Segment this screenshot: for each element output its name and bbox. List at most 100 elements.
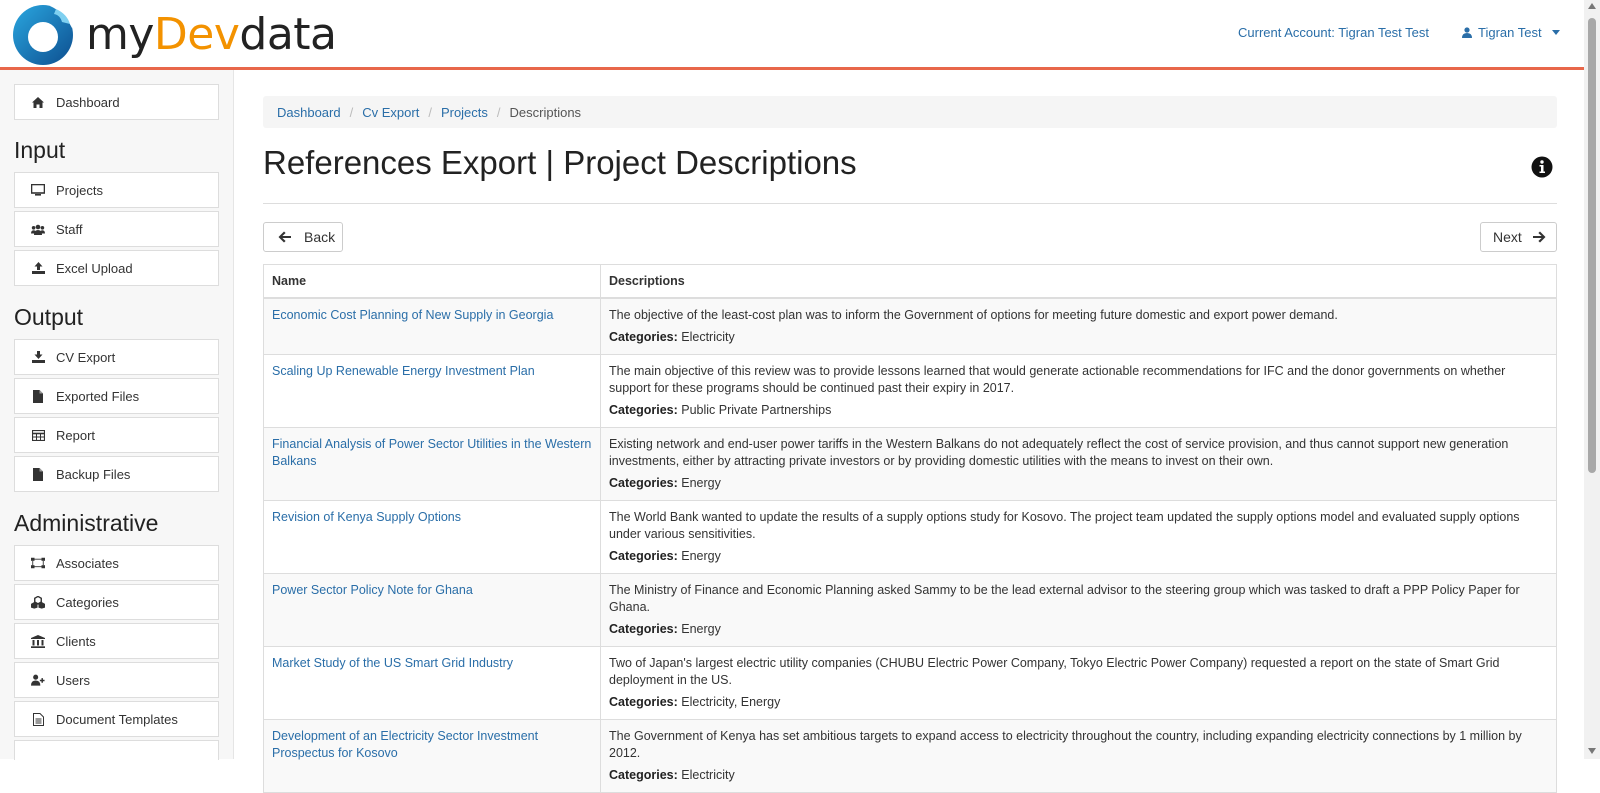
project-name-cell: Financial Analysis of Power Sector Utili… [263,427,601,501]
project-name-cell: Revision of Kenya Supply Options [263,500,601,574]
user-plus-icon [31,673,45,687]
description-cell: Two of Japan's largest electric utility … [600,646,1557,720]
description-cell: The objective of the least-cost plan was… [600,297,1557,355]
user-icon [1462,27,1472,38]
project-link[interactable]: Development of an Electricity Sector Inv… [272,729,538,760]
sidebar-item-partial[interactable] [14,740,219,760]
brand-logo[interactable]: myDevdata [12,4,337,66]
categories-line: Categories: Electricity, Energy [609,694,1548,711]
breadcrumb-link-cv-export[interactable]: Cv Export [362,105,419,120]
top-header: myDevdata Current Account: Tigran Test T… [0,0,1584,70]
column-header-name: Name [263,264,601,299]
sidebar-item-cv-export[interactable]: CV Export [14,339,219,375]
description-text: The objective of the least-cost plan was… [609,308,1338,322]
sidebar-item-label: Staff [56,221,83,237]
project-link[interactable]: Financial Analysis of Power Sector Utili… [272,437,591,468]
sidebar-item-report[interactable]: Report [14,417,219,453]
file-icon [31,467,45,481]
sidebar-item-label: Clients [56,633,96,649]
sidebar-item-label: Backup Files [56,466,131,482]
project-name-cell: Economic Cost Planning of New Supply in … [263,297,601,355]
sidebar-item-clients[interactable]: Clients [14,623,219,659]
upload-icon [31,261,45,275]
user-menu-dropdown[interactable]: Tigran Test [1462,25,1560,40]
sidebar-item-dashboard[interactable]: Dashboard [14,84,219,120]
sidebar-item-backup-files[interactable]: Backup Files [14,456,219,492]
categories-line: Categories: Electricity [609,767,1548,784]
users-icon [31,222,45,236]
title-divider [263,203,1557,204]
categories-line: Categories: Energy [609,548,1548,565]
sidebar-item-label: Excel Upload [56,260,133,276]
categories-line: Categories: Energy [609,621,1548,638]
breadcrumb-current: Descriptions [509,104,582,120]
categories-label: Categories: [609,476,678,490]
categories-label: Categories: [609,549,678,563]
sidebar-item-excel-upload[interactable]: Excel Upload [14,250,219,286]
sidebar-item-label: Categories [56,594,119,610]
table-row: Market Study of the US Smart Grid Indust… [263,646,1557,720]
current-account-label: Current Account: Tigran Test Test [1238,25,1430,40]
table-row: Power Sector Policy Note for Ghana The M… [263,573,1557,647]
sidebar-heading-output: Output [14,304,84,330]
scrollbar-thumb[interactable] [1588,18,1596,473]
chevron-down-icon [1551,30,1560,35]
sidebar-item-staff[interactable]: Staff [14,211,219,247]
description-text: The Government of Kenya has set ambitiou… [609,729,1522,760]
project-name-cell: Scaling Up Renewable Energy Investment P… [263,354,601,428]
sidebar-item-label: Dashboard [56,94,120,110]
description-cell: The Government of Kenya has set ambitiou… [600,719,1557,793]
table-header-row: Name Descriptions [263,264,1557,299]
categories-label: Categories: [609,768,678,782]
sidebar-item-document-templates[interactable]: Document Templates [14,701,219,737]
info-icon[interactable] [1531,156,1553,178]
sidebar-item-categories[interactable]: Categories [14,584,219,620]
scroll-up-arrow-icon[interactable] [1588,3,1596,9]
breadcrumb-link-projects[interactable]: Projects [441,105,488,120]
sidebar-item-label: Exported Files [56,388,140,404]
sidebar-item-users[interactable]: Users [14,662,219,698]
description-text: The World Bank wanted to update the resu… [609,510,1520,541]
project-link[interactable]: Power Sector Policy Note for Ghana [272,583,473,597]
page-scrollbar[interactable] [1584,0,1600,759]
table-row: Development of an Electricity Sector Inv… [263,719,1557,793]
project-link[interactable]: Revision of Kenya Supply Options [272,510,461,524]
breadcrumb-separator: / [496,104,501,120]
project-link[interactable]: Market Study of the US Smart Grid Indust… [272,656,513,670]
user-name: Tigran Test [1478,25,1542,40]
cubes-icon [31,595,45,609]
logo-mark-icon [13,5,73,65]
categories-value: Energy [681,622,721,636]
breadcrumb-link-dashboard[interactable]: Dashboard [277,105,341,120]
sidebar-item-label: CV Export [56,349,116,365]
sidebar-item-associates[interactable]: Associates [14,545,219,581]
next-button[interactable]: Next [1480,222,1557,252]
categories-value: Electricity [681,768,735,782]
description-text: The Ministry of Finance and Economic Pla… [609,583,1520,614]
column-header-descriptions: Descriptions [600,264,1557,299]
project-link[interactable]: Economic Cost Planning of New Supply in … [272,308,553,322]
scroll-down-arrow-icon[interactable] [1588,748,1596,754]
table-row: Economic Cost Planning of New Supply in … [263,297,1557,355]
sidebar-heading-input: Input [14,137,66,163]
categories-value: Energy [681,549,721,563]
download-icon [31,350,45,364]
description-text: The main objective of this review was to… [609,364,1506,395]
document-icon [31,712,45,726]
table-row: Scaling Up Renewable Energy Investment P… [263,354,1557,428]
project-link[interactable]: Scaling Up Renewable Energy Investment P… [272,364,535,378]
back-button[interactable]: Back [263,222,343,252]
categories-label: Categories: [609,695,678,709]
arrow-right-icon [1532,231,1546,243]
sidebar-item-label: Users [56,672,90,688]
home-icon [31,95,45,109]
breadcrumb-separator: / [349,104,354,120]
categories-value: Electricity, Energy [681,695,781,709]
categories-label: Categories: [609,622,678,636]
breadcrumb-separator: / [428,104,432,120]
sitemap-icon [31,556,45,570]
file-icon [31,389,45,403]
sidebar-item-exported-files[interactable]: Exported Files [14,378,219,414]
sidebar-item-label: Associates [56,555,119,571]
sidebar-item-projects[interactable]: Projects [14,172,219,208]
